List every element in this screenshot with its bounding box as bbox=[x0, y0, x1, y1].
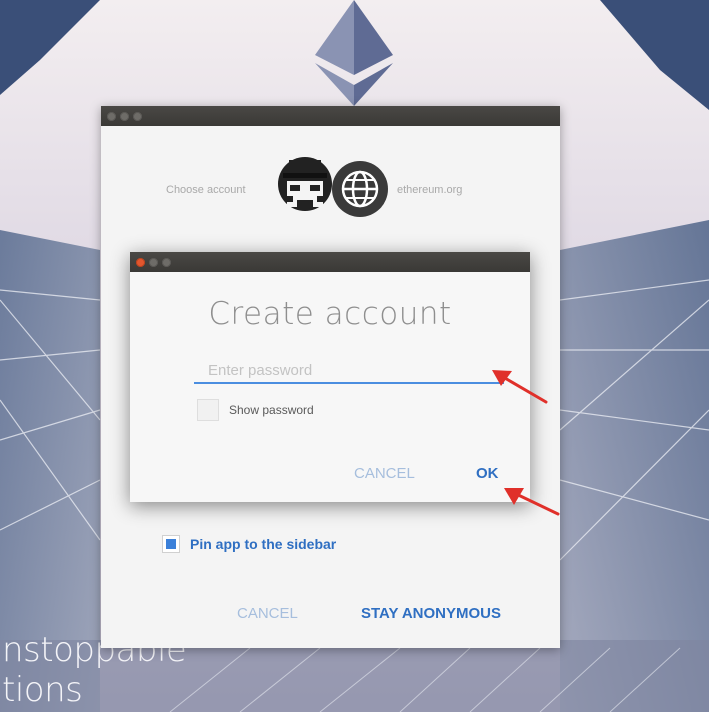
pin-checkbox[interactable] bbox=[162, 535, 180, 553]
dialog-titlebar[interactable] bbox=[130, 252, 530, 272]
window-titlebar[interactable] bbox=[101, 106, 560, 126]
dialog-cancel-button[interactable]: CANCEL bbox=[354, 465, 415, 482]
maximize-button-icon[interactable] bbox=[133, 111, 142, 121]
minimize-button-icon[interactable] bbox=[120, 111, 129, 121]
show-password-option[interactable]: Show password bbox=[197, 399, 314, 421]
background-heading-line2: tions bbox=[2, 670, 83, 710]
globe-icon[interactable] bbox=[330, 159, 390, 219]
pin-label: Pin app to the sidebar bbox=[190, 536, 337, 552]
password-input[interactable] bbox=[194, 358, 504, 384]
ethereum-org-label: ethereum.org bbox=[397, 184, 463, 196]
dialog-title: Create account bbox=[208, 296, 452, 332]
stay-anonymous-button[interactable]: STAY ANONYMOUS bbox=[361, 605, 501, 622]
show-password-label: Show password bbox=[229, 403, 314, 417]
choose-account-label: Choose account bbox=[166, 184, 246, 196]
minimize-button-icon[interactable] bbox=[149, 257, 158, 267]
account-chooser: Choose account ethereum.org bbox=[101, 154, 560, 217]
spy-avatar-icon[interactable] bbox=[275, 154, 335, 214]
ok-button[interactable]: OK bbox=[476, 465, 499, 482]
cancel-button[interactable]: CANCEL bbox=[237, 605, 298, 622]
close-button-icon[interactable] bbox=[136, 257, 145, 267]
show-password-checkbox[interactable] bbox=[197, 399, 219, 421]
maximize-button-icon[interactable] bbox=[162, 257, 171, 267]
pin-to-sidebar-option[interactable]: Pin app to the sidebar bbox=[162, 535, 336, 553]
checkbox-checked-icon bbox=[166, 539, 176, 549]
create-account-dialog: Create account Show password CANCEL OK bbox=[130, 252, 530, 502]
close-button-icon[interactable] bbox=[107, 111, 116, 121]
